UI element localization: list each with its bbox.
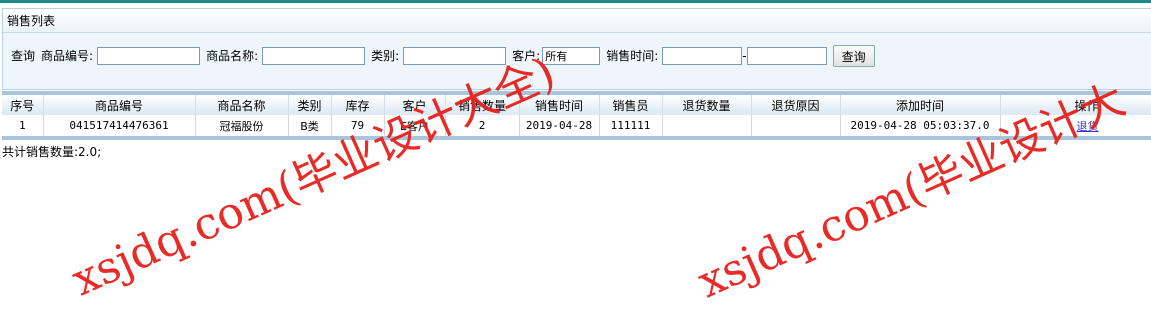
cell-added-time: 2019-04-28 05:03:37.0 [840, 115, 1001, 136]
cell-product-code: 041517414476361 [43, 115, 196, 136]
cell-return-reason [751, 115, 841, 136]
product-name-label: 商品名称: [206, 49, 259, 63]
sales-list-panel: 销售列表 查询 商品编号: 商品名称: 类别: 客户: 销售时间: - 查询 [2, 8, 1151, 90]
sale-time-start-input[interactable] [662, 47, 743, 65]
column-header[interactable]: 退货原因 [751, 95, 841, 115]
cell-quantity: 2 [445, 115, 520, 136]
customer-label: 客户: [512, 49, 541, 63]
cell-category: B类 [288, 115, 332, 136]
sales-table: 序号 商品编号 商品名称 类别 库存 客户 销售数量 销售时间 销售员 退货数量… [2, 95, 1151, 136]
sales-total-summary: 共计销售数量:2.0; [2, 145, 102, 159]
table-row[interactable]: 1 041517414476361 冠福股份 B类 79 E客户 2 2019-… [2, 115, 1151, 136]
cell-sale-time: 2019-04-28 [519, 115, 600, 136]
column-header[interactable]: 销售员 [599, 95, 663, 115]
table-header-row: 序号 商品编号 商品名称 类别 库存 客户 销售数量 销售时间 销售员 退货数量… [2, 95, 1151, 115]
column-header[interactable]: 退货数量 [662, 95, 752, 115]
search-button[interactable]: 查询 [832, 45, 875, 67]
query-label: 查询 [11, 49, 36, 63]
cell-product-name: 冠福股份 [195, 115, 289, 136]
column-header[interactable]: 客户 [384, 95, 446, 115]
category-input[interactable] [403, 47, 507, 65]
sales-table-wrapper: 序号 商品编号 商品名称 类别 库存 客户 销售数量 销售时间 销售员 退货数量… [2, 91, 1151, 140]
cell-seller: 111111 [599, 115, 663, 136]
cell-stock: 79 [331, 115, 385, 136]
column-header[interactable]: 类别 [288, 95, 332, 115]
cell-return-qty [662, 115, 752, 136]
column-header[interactable]: 商品编号 [43, 95, 196, 115]
panel-title: 销售列表 [3, 9, 1151, 33]
customer-select[interactable] [542, 47, 601, 65]
return-link[interactable]: 退货 [1077, 120, 1099, 133]
column-header[interactable]: 添加时间 [840, 95, 1001, 115]
top-accent-bar [0, 0, 1151, 3]
column-header[interactable]: 销售时间 [519, 95, 600, 115]
product-name-input[interactable] [262, 47, 366, 65]
sale-time-label: 销售时间: [606, 49, 659, 63]
column-header[interactable]: 序号 [2, 95, 44, 115]
cell-action: 退货 [1000, 115, 1151, 136]
search-form: 查询 商品编号: 商品名称: 类别: 客户: 销售时间: - 查询 [11, 45, 875, 67]
product-code-input[interactable] [97, 47, 201, 65]
column-header[interactable]: 库存 [331, 95, 385, 115]
product-code-label: 商品编号: [41, 49, 94, 63]
column-header[interactable]: 销售数量 [445, 95, 520, 115]
cell-customer: E客户 [384, 115, 446, 136]
column-header[interactable]: 商品名称 [195, 95, 289, 115]
cell-index: 1 [2, 115, 44, 136]
category-label: 类别: [371, 49, 400, 63]
sale-time-end-input[interactable] [746, 47, 827, 65]
column-header[interactable]: 操作 [1000, 95, 1151, 115]
